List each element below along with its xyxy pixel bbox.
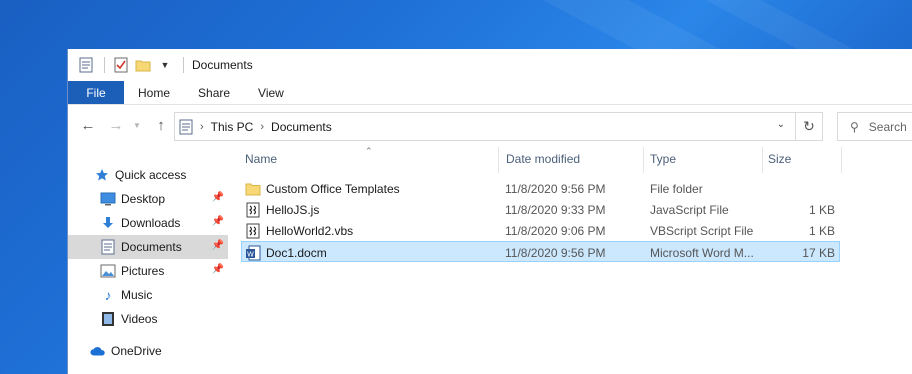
file-type: JavaScript File bbox=[650, 202, 729, 217]
nav-item-label: Videos bbox=[121, 312, 158, 326]
star-icon bbox=[94, 167, 110, 183]
folder-icon[interactable] bbox=[135, 56, 151, 74]
nav-item-music[interactable]: ♪ Music bbox=[68, 283, 228, 307]
nav-item-label: Downloads bbox=[121, 216, 181, 230]
column-divider[interactable] bbox=[498, 147, 499, 173]
navigation-bar: ← → ▼ ↑ › This PC › Documents ⌄ ↻ ⚲ Sear… bbox=[68, 105, 912, 143]
nav-item-quick-access[interactable]: Quick access bbox=[68, 163, 228, 187]
nav-item-label: OneDrive bbox=[111, 344, 162, 358]
column-header-date[interactable]: Date modified bbox=[502, 147, 642, 171]
file-type: Microsoft Word M... bbox=[650, 245, 754, 260]
file-name: Custom Office Templates bbox=[266, 181, 400, 196]
file-type: VBScript Script File bbox=[650, 223, 754, 238]
nav-item-label: Quick access bbox=[115, 168, 187, 182]
forward-button[interactable]: → bbox=[105, 114, 127, 136]
nav-item-onedrive[interactable]: OneDrive bbox=[68, 339, 228, 363]
pin-icon[interactable]: 📌 bbox=[212, 192, 224, 203]
title-separator bbox=[183, 57, 184, 73]
column-header-size[interactable]: Size bbox=[764, 147, 840, 171]
music-icon: ♪ bbox=[104, 287, 112, 303]
file-explorer-window: ▼ Documents File Home Share View ← → ▼ ↑… bbox=[67, 49, 912, 374]
column-header-type[interactable]: Type bbox=[646, 147, 761, 171]
breadcrumb-documents[interactable]: Documents bbox=[271, 120, 332, 134]
videos-icon bbox=[100, 311, 116, 327]
file-list: ⌃ Name Date modified Type Size Custom Of… bbox=[241, 143, 912, 374]
file-date: 11/8/2020 9:56 PM bbox=[505, 245, 606, 260]
file-row[interactable]: HelloWorld2.vbs 11/8/2020 9:06 PM VBScri… bbox=[241, 220, 840, 241]
svg-text:W: W bbox=[247, 250, 254, 258]
nav-item-videos[interactable]: Videos bbox=[68, 307, 228, 331]
nav-item-label: Documents bbox=[121, 240, 182, 254]
column-divider[interactable] bbox=[762, 147, 763, 173]
nav-item-label: Desktop bbox=[121, 192, 166, 206]
file-name: HelloJS.js bbox=[266, 202, 320, 217]
tab-share[interactable]: Share bbox=[184, 81, 244, 104]
refresh-button[interactable]: ↻ bbox=[796, 112, 823, 141]
recent-locations-icon[interactable]: ▼ bbox=[126, 114, 148, 136]
file-row[interactable]: Custom Office Templates 11/8/2020 9:56 P… bbox=[241, 178, 840, 199]
search-icon: ⚲ bbox=[850, 119, 859, 134]
nav-item-documents[interactable]: Documents 📌 bbox=[68, 235, 228, 259]
pin-icon[interactable]: 📌 bbox=[212, 264, 224, 275]
pictures-icon bbox=[100, 263, 116, 279]
search-placeholder: Search bbox=[868, 119, 907, 134]
address-bar[interactable]: › This PC › Documents ⌄ bbox=[174, 112, 796, 141]
nav-item-desktop[interactable]: Desktop 📌 bbox=[68, 187, 228, 211]
checkmark-icon[interactable] bbox=[113, 56, 129, 74]
script-icon bbox=[245, 202, 261, 218]
column-divider[interactable] bbox=[841, 147, 842, 173]
cloud-icon bbox=[90, 343, 106, 359]
file-row[interactable]: W Doc1.docm 11/8/2020 9:56 PM Microsoft … bbox=[241, 241, 840, 262]
script-icon bbox=[245, 223, 261, 239]
content-area: Quick access Desktop 📌 Downloads 📌 Docum… bbox=[68, 143, 912, 374]
chevron-right-icon: › bbox=[200, 120, 204, 133]
tab-file[interactable]: File bbox=[68, 81, 124, 104]
ribbon-tabs: File Home Share View bbox=[68, 81, 912, 105]
word-doc-icon: W bbox=[245, 245, 261, 261]
file-type: File folder bbox=[650, 181, 703, 196]
customize-dropdown-icon[interactable]: ▼ bbox=[157, 56, 173, 74]
pin-icon[interactable]: 📌 bbox=[212, 240, 224, 251]
file-size: 1 KB bbox=[808, 202, 835, 217]
download-icon bbox=[100, 215, 116, 231]
nav-item-label: Pictures bbox=[121, 264, 165, 278]
breadcrumb-this-pc[interactable]: This PC bbox=[211, 120, 254, 134]
nav-item-label: Music bbox=[121, 288, 153, 302]
file-date: 11/8/2020 9:56 PM bbox=[505, 181, 606, 196]
window-title: Documents bbox=[192, 58, 253, 72]
back-button[interactable]: ← bbox=[77, 114, 99, 136]
nav-item-pictures[interactable]: Pictures 📌 bbox=[68, 259, 228, 283]
up-button[interactable]: ↑ bbox=[150, 114, 172, 136]
documents-location-icon bbox=[179, 119, 193, 135]
file-name: Doc1.docm bbox=[266, 245, 327, 260]
properties-icon[interactable] bbox=[78, 56, 94, 74]
chevron-down-icon[interactable]: ⌄ bbox=[777, 119, 785, 130]
search-input[interactable]: ⚲ Search bbox=[837, 112, 912, 141]
column-divider[interactable] bbox=[643, 147, 644, 173]
pin-icon[interactable]: 📌 bbox=[212, 216, 224, 227]
tab-view[interactable]: View bbox=[244, 81, 298, 104]
folder-icon bbox=[245, 181, 261, 197]
chevron-right-icon: › bbox=[260, 120, 265, 133]
file-size bbox=[767, 178, 835, 199]
title-bar: ▼ Documents bbox=[68, 49, 912, 81]
file-row[interactable]: HelloJS.js 11/8/2020 9:33 PM JavaScript … bbox=[241, 199, 840, 220]
file-name: HelloWorld2.vbs bbox=[266, 223, 354, 238]
desktop-icon bbox=[100, 191, 116, 207]
file-date: 11/8/2020 9:06 PM bbox=[505, 223, 606, 238]
file-size: 1 KB bbox=[808, 223, 835, 238]
file-date: 11/8/2020 9:33 PM bbox=[505, 202, 606, 217]
file-size: 17 KB bbox=[802, 245, 835, 260]
documents-icon bbox=[100, 239, 116, 255]
navigation-pane: Quick access Desktop 📌 Downloads 📌 Docum… bbox=[68, 143, 228, 374]
tab-home[interactable]: Home bbox=[124, 81, 184, 104]
quick-access-separator bbox=[104, 57, 105, 73]
nav-item-downloads[interactable]: Downloads 📌 bbox=[68, 211, 228, 235]
column-header-name[interactable]: Name bbox=[241, 147, 497, 171]
